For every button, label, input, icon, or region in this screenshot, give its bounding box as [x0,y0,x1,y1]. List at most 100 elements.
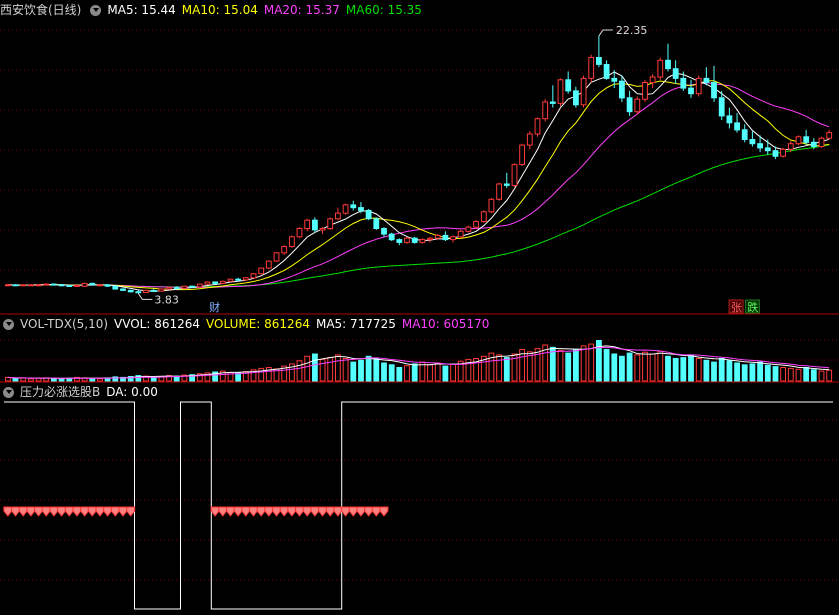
candle-body [741,129,748,141]
candle-body [665,59,671,70]
candle-body [212,281,218,284]
volume-bar [826,369,833,382]
candle-body [404,237,410,243]
candle-body [711,82,717,99]
volume-bar [665,355,671,382]
volume-bar [327,357,334,382]
volume-bar [757,361,764,382]
candle-body [657,59,664,78]
candle-body [150,289,157,292]
stock-title: 西安饮食(日线) [0,3,82,17]
signal-marker [11,506,21,517]
volume-bar [711,361,717,382]
candle-body [503,183,510,186]
candle-body [265,260,272,269]
volume-bar [810,369,817,382]
high-price-label: 22.35 [616,24,648,37]
signal-marker [364,506,374,517]
volume-options-icon[interactable] [3,318,14,330]
volume-bar [803,367,810,382]
candle-body [557,79,564,104]
candle-body [181,285,188,289]
candle-body [603,64,610,79]
candle-body [634,98,641,113]
candle-body [319,228,326,231]
indicator-options-icon[interactable] [3,386,14,398]
signal-marker [371,506,381,517]
volume-bar [734,362,741,382]
price-options-icon[interactable] [90,4,102,16]
candle-body [496,183,503,200]
volume-bar [818,370,825,382]
candle-body [818,137,825,147]
candle-body [450,236,457,241]
candle-body [826,132,833,139]
candle-body [772,150,779,157]
price-legend: 西安饮食(日线) MA5: 15.44 MA10: 15.04 MA20: 15… [0,2,422,18]
candle-body [327,218,334,230]
indicator-line [4,401,833,610]
signal-marker [310,506,320,517]
candle-body [688,87,694,95]
signal-marker [356,506,366,517]
candle-body [434,234,441,239]
ma20-legend: MA20: 15.37 [263,3,340,17]
candle-body [757,143,764,149]
candle-body [296,228,303,238]
candle-body [51,283,57,286]
signal-marker [126,506,136,517]
candle-body [642,82,648,100]
volume-bar [97,378,103,382]
candle-body [795,136,802,145]
candle-body [803,136,810,143]
signal-marker [271,506,281,517]
volume-bar [695,358,702,382]
candle-body [43,283,50,286]
volume-legend: VOL-TDX(5,10) VVOL: 861264 VOLUME: 86126… [0,316,489,332]
signal-marker [34,506,44,517]
volume-bar [619,355,625,382]
volume-bar [503,357,510,382]
volume-bar [28,378,34,382]
volume-title: VOL-TDX(5,10) [20,317,109,331]
candle-body [89,282,96,286]
candle-body [112,285,119,290]
candle-body [427,237,433,241]
volume-bar [342,358,349,382]
candle-body [173,287,180,290]
volume-bar [780,367,787,382]
candle-body [734,122,741,131]
candle-body [703,77,710,84]
ma10-line [7,80,830,291]
volume-bar [611,353,618,382]
candle-body [28,284,34,287]
candle-body [219,280,226,284]
candle-body [143,289,149,293]
volume-bar [35,377,42,382]
volume-bar [534,348,541,382]
candle-body [764,147,771,152]
candle-body [596,57,602,65]
candle-body [227,278,234,282]
volume-bar [304,355,311,382]
signal-marker [3,506,13,517]
candle-body [511,164,518,187]
volume-bar [381,362,387,382]
candle-body [312,219,318,231]
volume-bar [772,366,779,382]
signal-marker [233,506,243,517]
candle-body [135,291,142,294]
chart-canvas: 22.35 3.83 财 张跌 [0,24,839,610]
signal-marker [103,506,113,517]
signal-marker [218,506,228,517]
volume-bar [688,354,694,382]
indicator-legend: 压力必涨选股B DA: 0.00 [0,384,158,400]
candle-body [242,277,249,281]
candle-body [780,148,787,157]
signal-marker [379,506,389,517]
volume-bar [404,365,410,382]
volume-bar [296,360,303,382]
volume-bar [450,363,457,382]
candle-body [204,281,211,285]
candle-body [457,230,464,238]
